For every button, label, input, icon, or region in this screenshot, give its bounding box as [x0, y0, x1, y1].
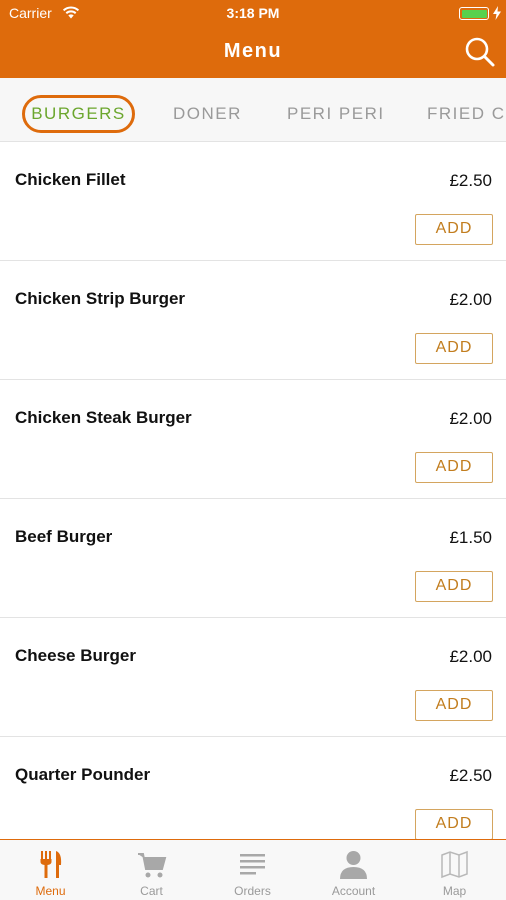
tabbar-account[interactable]: Account [303, 840, 404, 900]
menu-item: Chicken Strip Burger £2.00 ADD [0, 261, 506, 380]
item-name: Chicken Steak Burger [15, 408, 192, 427]
tabbar-menu[interactable]: Menu [0, 840, 101, 900]
tabbar-label: Menu [35, 884, 66, 898]
orders-list-icon [240, 854, 265, 875]
tabbar-label: Cart [140, 884, 163, 898]
search-button[interactable] [462, 35, 496, 69]
menu-list: Chicken Fillet £2.50 ADD Chicken Strip B… [0, 142, 506, 839]
menu-item: Beef Burger £1.50 ADD [0, 499, 506, 618]
tabbar-orders[interactable]: Orders [202, 840, 303, 900]
battery-icon [459, 7, 489, 20]
tab-peri-peri[interactable]: PERI PERI [287, 95, 385, 133]
status-time: 3:18 PM [226, 5, 280, 21]
item-price: £2.00 [449, 409, 492, 428]
tab-doner[interactable]: DONER [173, 95, 242, 133]
bottom-tab-bar: Menu Cart Orders Account Map [0, 839, 506, 900]
item-price: £1.50 [449, 528, 492, 547]
menu-item: Chicken Fillet £2.50 ADD [0, 142, 506, 261]
add-button[interactable]: ADD [415, 333, 493, 364]
add-button[interactable]: ADD [415, 809, 493, 839]
tabbar-label: Orders [234, 884, 271, 898]
add-button[interactable]: ADD [415, 214, 493, 245]
item-name: Beef Burger [15, 527, 113, 546]
item-name: Chicken Fillet [15, 170, 126, 189]
search-icon [465, 37, 495, 67]
map-icon [441, 850, 468, 879]
item-price: £2.50 [449, 171, 492, 190]
status-bar: Carrier 3:18 PM [0, 0, 506, 26]
tabbar-map[interactable]: Map [404, 840, 505, 900]
add-button[interactable]: ADD [415, 452, 493, 483]
tabbar-cart[interactable]: Cart [101, 840, 202, 900]
tabbar-label: Account [331, 884, 376, 898]
item-price: £2.00 [449, 290, 492, 309]
item-price: £2.50 [449, 766, 492, 785]
add-button[interactable]: ADD [415, 690, 493, 721]
item-name: Chicken Strip Burger [15, 289, 186, 308]
account-icon [340, 851, 367, 879]
category-tabs: BURGERS DONER PERI PERI FRIED CH [0, 78, 506, 142]
app-header: Carrier 3:18 PM Menu [0, 0, 506, 78]
add-button[interactable]: ADD [415, 571, 493, 602]
item-name: Cheese Burger [15, 646, 136, 665]
page-title: Menu [223, 40, 283, 62]
menu-item: Chicken Steak Burger £2.00 ADD [0, 380, 506, 499]
charging-icon [493, 6, 501, 20]
fork-knife-icon [40, 851, 62, 878]
menu-item: Quarter Pounder £2.50 ADD [0, 737, 506, 839]
item-price: £2.00 [449, 647, 492, 666]
menu-item: Cheese Burger £2.00 ADD [0, 618, 506, 737]
tab-burgers[interactable]: BURGERS [22, 95, 135, 133]
item-name: Quarter Pounder [15, 765, 151, 784]
tab-fried-chicken[interactable]: FRIED CH [427, 95, 506, 133]
cart-icon [138, 853, 167, 878]
tabbar-label: Map [442, 884, 467, 898]
